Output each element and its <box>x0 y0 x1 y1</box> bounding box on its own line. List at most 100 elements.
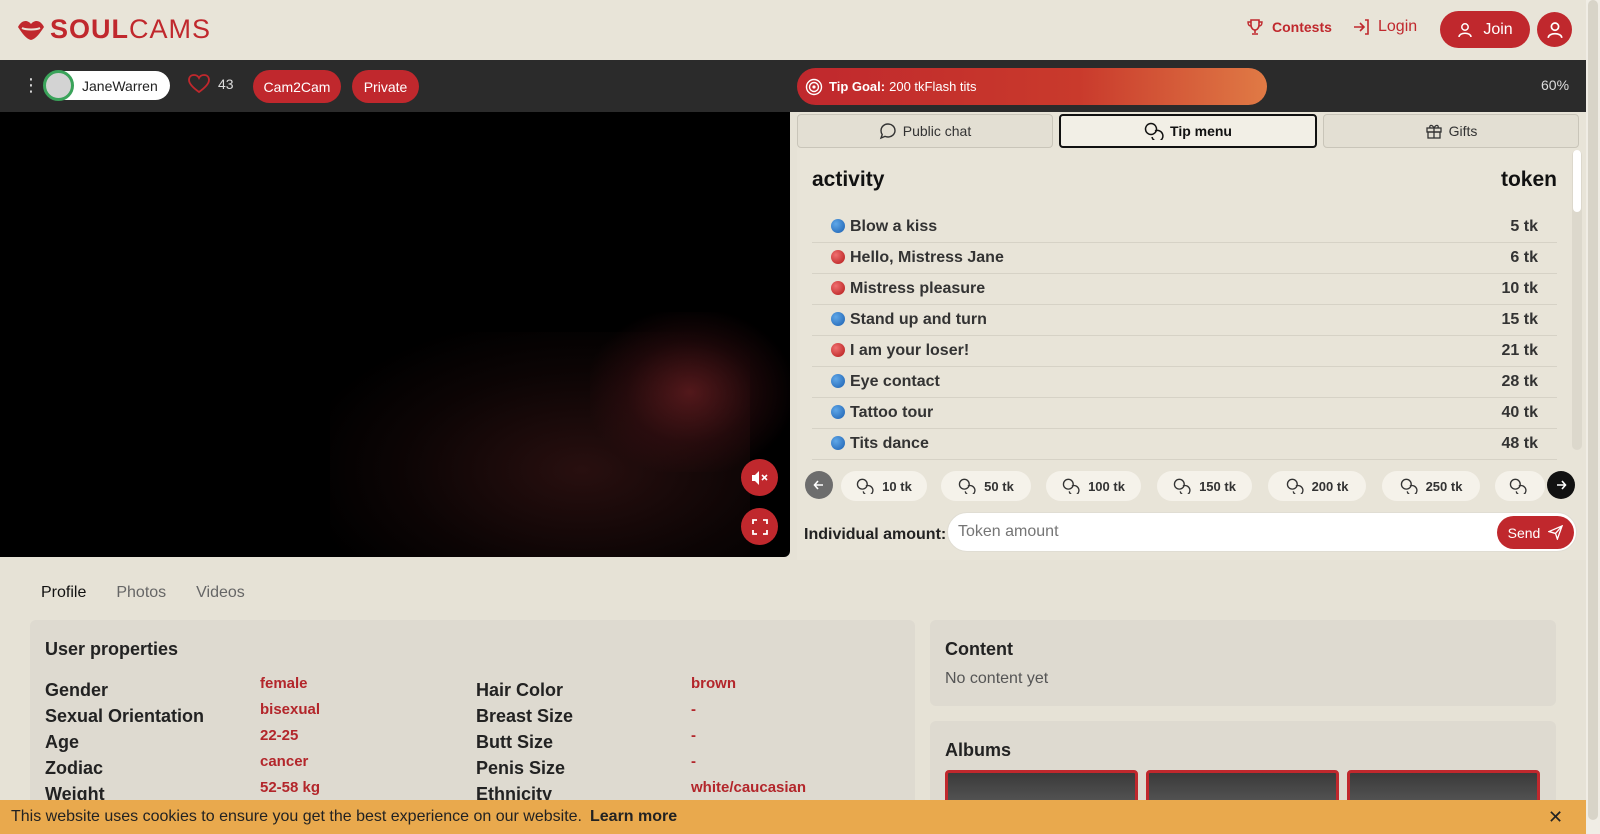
tip-menu-list: Blow a kiss 5 tk Hello, Mistress Jane 6 … <box>812 212 1557 460</box>
tip-item-name: Tits dance <box>850 435 929 452</box>
cookie-message: This website uses cookies to ensure you … <box>11 808 582 825</box>
red-dot-icon <box>831 343 845 357</box>
tip-goal-amount: 200 tk <box>889 79 925 94</box>
coins-icon <box>1400 478 1418 494</box>
blue-dot-icon <box>831 374 845 388</box>
tip-goal-label: Tip Goal: <box>829 79 886 94</box>
tab-gifts[interactable]: Gifts <box>1323 114 1579 148</box>
chip-label: 250 tk <box>1425 478 1463 494</box>
red-dot-icon <box>831 250 845 264</box>
property-value[interactable]: female <box>260 675 308 692</box>
mute-button[interactable] <box>741 459 778 496</box>
learn-more-link[interactable]: Learn more <box>590 808 677 826</box>
tip-item-price: 6 tk <box>1510 249 1538 266</box>
coins-icon <box>1062 478 1080 494</box>
property-value[interactable]: bisexual <box>260 701 320 718</box>
tip-goal-progress: 60% <box>1541 77 1570 93</box>
page-scroll-thumb[interactable] <box>1588 0 1598 820</box>
blue-dot-icon <box>831 436 845 450</box>
cam2cam-button[interactable]: Cam2Cam <box>253 70 341 103</box>
tip-item-name: Hello, Mistress Jane <box>850 249 1004 266</box>
quick-tip-chip[interactable]: 250 tk <box>1382 471 1480 501</box>
login-link[interactable]: Login <box>1352 18 1417 36</box>
contests-link[interactable]: Contests <box>1246 18 1332 36</box>
stream-toolbar: ⋮ JaneWarren 43 Cam2Cam Private Tip Goal… <box>0 60 1586 112</box>
coins-icon <box>856 478 874 494</box>
quick-tip-chips: 10 tk 50 tk 100 tk 150 tk 200 tk 250 tk <box>805 470 1580 501</box>
tab-public-chat[interactable]: Public chat <box>797 114 1053 148</box>
property-value[interactable]: brown <box>691 675 736 692</box>
fullscreen-button[interactable] <box>741 508 778 545</box>
video-player[interactable] <box>0 112 790 557</box>
blue-dot-icon <box>831 405 845 419</box>
tab-profile[interactable]: Profile <box>41 584 86 602</box>
tip-menu-item[interactable]: Tits dance 48 tk <box>812 429 1557 460</box>
model-profile-pill[interactable]: JaneWarren <box>43 70 170 101</box>
user-icon <box>1546 21 1563 38</box>
token-amount-input[interactable] <box>947 512 1577 552</box>
quick-tip-chip[interactable]: 10 tk <box>841 471 927 501</box>
arrow-left-icon <box>813 480 823 490</box>
tab-photos[interactable]: Photos <box>116 584 166 602</box>
send-tip-button[interactable]: Send <box>1497 516 1574 549</box>
chips-scroll-right-button[interactable] <box>1547 471 1575 499</box>
content-card: Content No content yet <box>930 620 1556 706</box>
blue-dot-icon <box>831 312 845 326</box>
property-value: - <box>691 701 696 718</box>
tip-menu-item[interactable]: Stand up and turn 15 tk <box>812 305 1557 336</box>
quick-tip-chip[interactable]: 150 tk <box>1157 471 1252 501</box>
tip-menu-item[interactable]: I am your loser! 21 tk <box>812 336 1557 367</box>
tip-menu-item[interactable]: Eye contact 28 tk <box>812 367 1557 398</box>
quick-tip-chip[interactable]: 100 tk <box>1046 471 1141 501</box>
chip-label: 10 tk <box>882 478 912 494</box>
likes-count: 43 <box>218 76 234 92</box>
property-value[interactable]: white/caucasian <box>691 779 806 796</box>
tip-menu-item[interactable]: Mistress pleasure 10 tk <box>812 274 1557 305</box>
tip-item-name: Blow a kiss <box>850 218 938 235</box>
activity-column-header: activity <box>812 168 885 191</box>
quick-tip-chip[interactable]: 200 tk <box>1268 471 1366 501</box>
property-key: Butt Size <box>476 732 554 752</box>
login-label: Login <box>1378 18 1418 35</box>
tip-goal-bar: Tip Goal: 200 tk Flash tits <box>797 68 1267 105</box>
quick-tip-chip-partial[interactable] <box>1495 471 1545 501</box>
tip-item-price: 40 tk <box>1501 404 1538 421</box>
join-button[interactable]: Join <box>1440 11 1530 48</box>
site-logo[interactable]: SOUL CAMS <box>16 14 211 45</box>
gift-icon <box>1425 124 1442 139</box>
account-button[interactable] <box>1537 12 1572 47</box>
tip-menu-item[interactable]: Blow a kiss 5 tk <box>812 212 1557 243</box>
tab-videos[interactable]: Videos <box>196 584 245 602</box>
chips-scroll-left-button[interactable] <box>805 471 833 499</box>
logo-text-light: CAMS <box>129 14 212 44</box>
like-button[interactable]: 43 <box>188 74 234 94</box>
chip-label: 200 tk <box>1311 478 1349 494</box>
tip-item-name: Mistress pleasure <box>850 280 986 297</box>
tip-item-price: 15 tk <box>1501 311 1538 328</box>
property-key: Breast Size <box>476 706 574 726</box>
blue-dot-icon <box>831 219 845 233</box>
property-value: - <box>691 727 696 744</box>
close-icon[interactable]: ✕ <box>1548 807 1563 828</box>
property-value[interactable]: cancer <box>260 753 308 770</box>
tip-menu-scrollbar[interactable] <box>1572 150 1582 450</box>
tip-menu-scroll-thumb[interactable] <box>1573 150 1581 212</box>
trophy-icon <box>1247 19 1263 35</box>
red-dot-icon <box>831 281 845 295</box>
chip-label: 150 tk <box>1199 478 1236 494</box>
page-scrollbar[interactable] <box>1586 0 1600 834</box>
tip-item-name: Eye contact <box>850 373 940 390</box>
property-value[interactable]: 52-58 kg <box>260 779 320 796</box>
coins-icon <box>1509 478 1527 494</box>
quick-tip-chip[interactable]: 50 tk <box>941 471 1031 501</box>
arrow-right-icon <box>1557 480 1567 490</box>
tip-menu-header: activity token <box>812 168 1557 192</box>
private-show-button[interactable]: Private <box>352 70 419 103</box>
property-value[interactable]: 22-25 <box>260 727 298 744</box>
tab-tip-menu[interactable]: Tip menu <box>1059 114 1317 148</box>
profile-tabs: Profile Photos Videos <box>41 584 245 602</box>
property-key: Zodiac <box>45 758 104 778</box>
tip-menu-item[interactable]: Tattoo tour 40 tk <box>812 398 1557 429</box>
more-options-icon[interactable]: ⋮ <box>22 76 40 94</box>
tip-menu-item[interactable]: Hello, Mistress Jane 6 tk <box>812 243 1557 274</box>
